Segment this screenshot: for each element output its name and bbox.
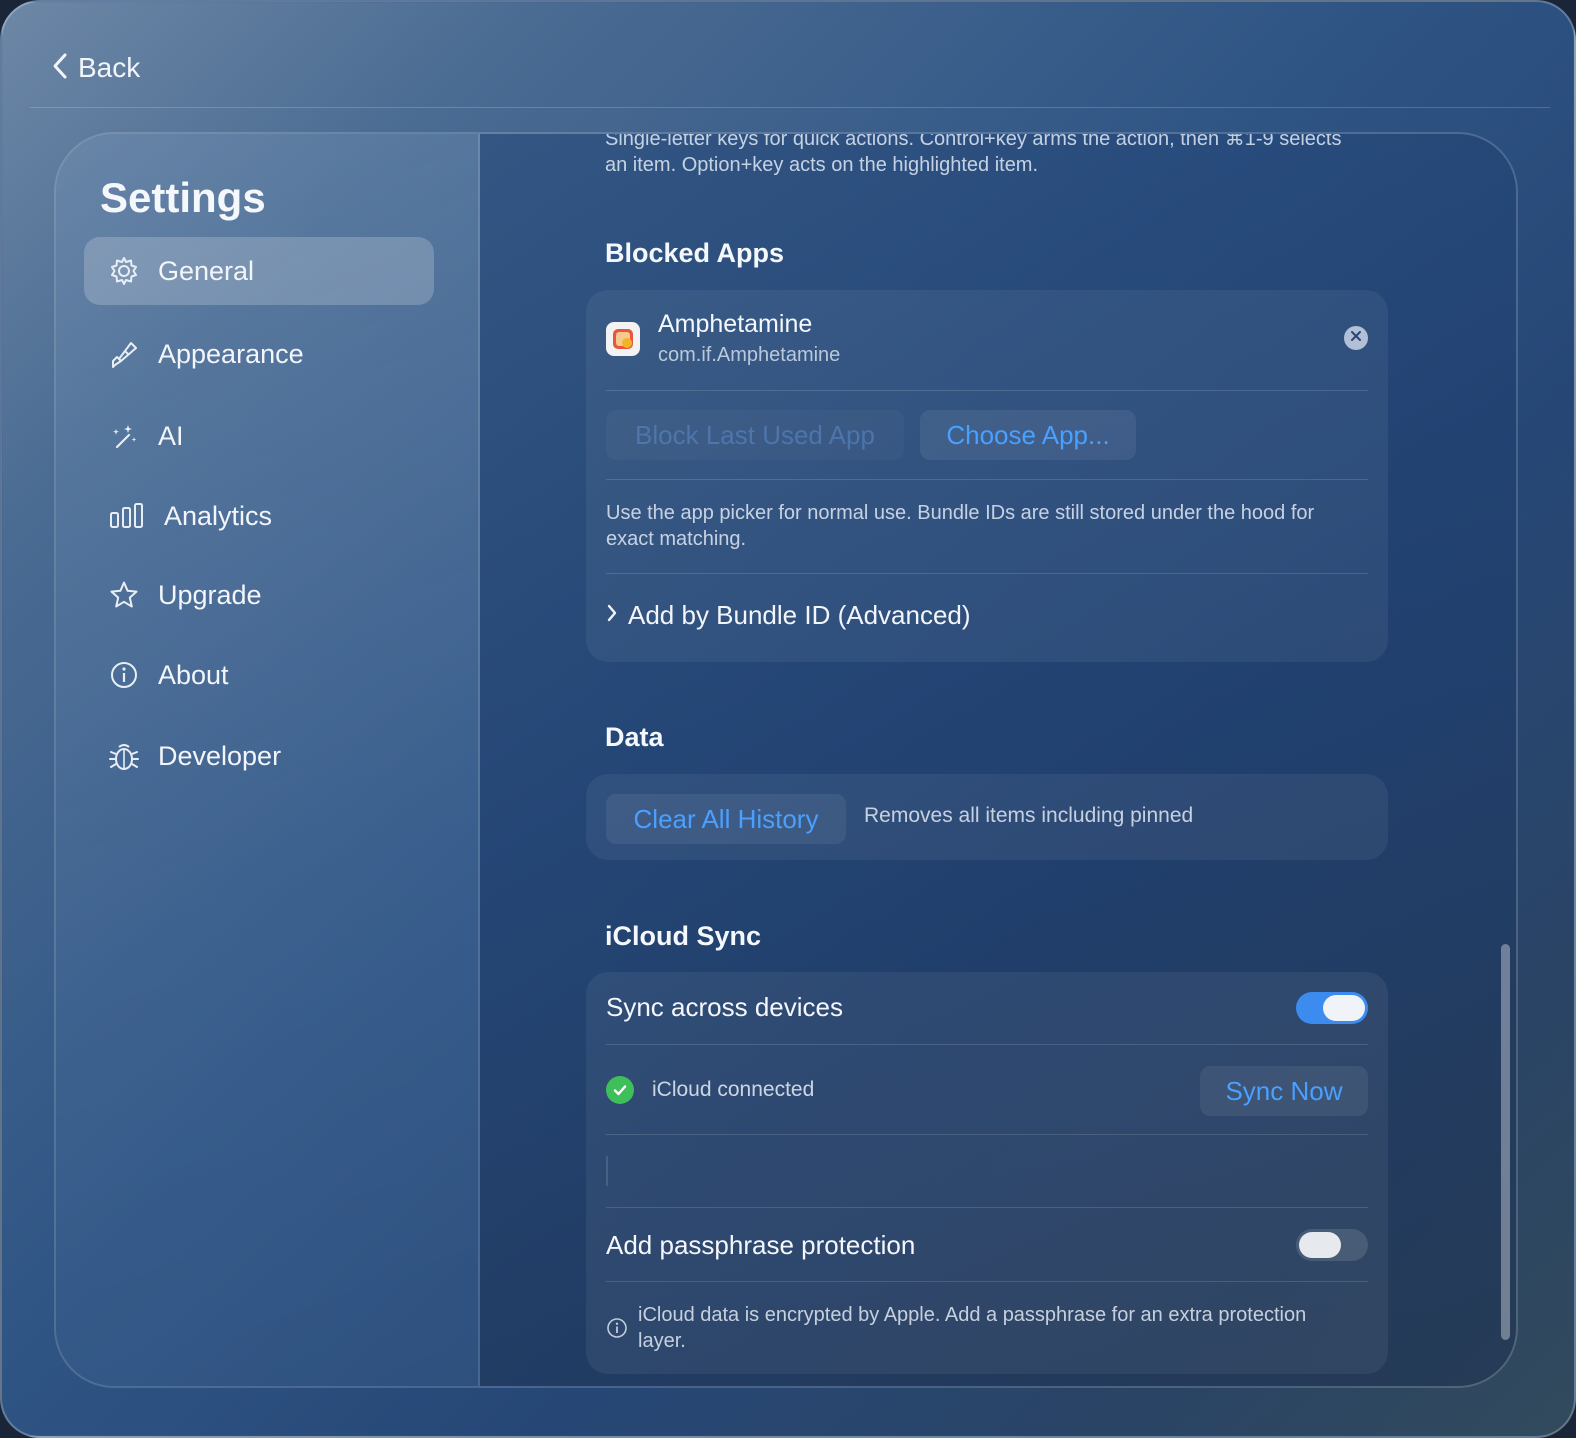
divider [606,573,1368,574]
add-by-bundle-id-disclosure[interactable]: Add by Bundle ID (Advanced) [606,600,971,631]
star-icon [108,579,140,611]
settings-panel: Settings General Appearance AI Analytics… [54,132,1518,1388]
sidebar-item-label: Analytics [164,500,273,531]
scrollbar-thumb[interactable] [1501,944,1510,1340]
shortcut-description: Single-letter keys for quick actions. Co… [605,132,1342,176]
sparkles-wand-icon [108,420,140,452]
clear-history-description: Removes all items including pinned [864,804,1194,827]
sidebar-item-label: Developer [158,740,282,771]
sidebar-item-label: Appearance [158,338,304,369]
sidebar-item-general[interactable]: General [84,237,434,305]
divider [606,479,1368,480]
sidebar-item-label: General [158,255,255,286]
back-label: Back [78,52,141,83]
sync-across-devices-toggle[interactable] [1296,992,1368,1024]
blocked-apps-card: Amphetamine com.if.Amphetamine Block Las… [586,290,1388,662]
chevron-left-icon [52,52,68,85]
sidebar-item-label: About [158,659,229,690]
blocked-app-bundle-id: com.if.Amphetamine [658,344,841,366]
sidebar-item-analytics[interactable]: Analytics [84,482,434,550]
paintbrush-icon [108,338,140,370]
sync-now-button[interactable]: Sync Now [1200,1066,1368,1116]
clear-all-history-button[interactable]: Clear All History [606,794,846,844]
info-icon [606,1317,628,1344]
bar-chart-icon [108,500,146,532]
icloud-sync-title: iCloud Sync [605,921,762,951]
sidebar-item-appearance[interactable]: Appearance [84,320,434,388]
back-button[interactable]: Back [52,48,140,88]
empty-status-row [606,1156,608,1186]
divider [606,1044,1368,1045]
sidebar-item-label: Upgrade [158,579,262,610]
sidebar: Settings General Appearance AI Analytics… [56,134,480,1386]
remove-app-button[interactable] [1344,326,1368,350]
sidebar-item-about[interactable]: About [84,641,434,709]
app-picker-help-text: Use the app picker for normal use. Bundl… [606,502,1315,550]
passphrase-protection-label: Add passphrase protection [606,1230,916,1260]
block-last-used-app-button[interactable]: Block Last Used App [606,410,904,460]
sidebar-item-upgrade[interactable]: Upgrade [84,561,434,629]
checkmark-icon [606,1076,634,1104]
bug-icon [108,740,140,772]
sidebar-item-ai[interactable]: AI [84,402,434,470]
info-icon [108,659,140,691]
settings-window: Back Settings General Appearance AI Anal… [0,0,1576,1438]
divider [606,390,1368,391]
amphetamine-app-icon [606,322,640,356]
sync-across-devices-label: Sync across devices [606,992,843,1022]
choose-app-button[interactable]: Choose App... [920,410,1136,460]
icloud-encryption-info: iCloud data is encrypted by Apple. Add a… [638,1304,1307,1352]
divider [606,1134,1368,1135]
close-icon [1350,329,1362,347]
chevron-right-icon [606,603,618,628]
data-section-title: Data [605,722,664,752]
divider [606,1281,1368,1282]
passphrase-protection-toggle[interactable] [1296,1229,1368,1261]
divider [606,1207,1368,1208]
sidebar-item-label: AI [158,420,184,451]
sidebar-title: Settings [100,174,266,221]
add-by-bundle-id-label: Add by Bundle ID (Advanced) [628,600,971,630]
icloud-status-text: iCloud connected [652,1078,815,1101]
sidebar-item-developer[interactable]: Developer [84,722,434,790]
gear-icon [108,255,140,287]
data-card: Clear All History Removes all items incl… [586,774,1388,860]
top-bar: Back [30,2,1550,108]
icloud-sync-card: Sync across devices iCloud connected Syn… [586,972,1388,1374]
blocked-apps-title: Blocked Apps [605,238,785,268]
content-pane[interactable]: Single-letter keys for quick actions. Co… [480,132,1516,1386]
blocked-app-name: Amphetamine [658,310,813,338]
